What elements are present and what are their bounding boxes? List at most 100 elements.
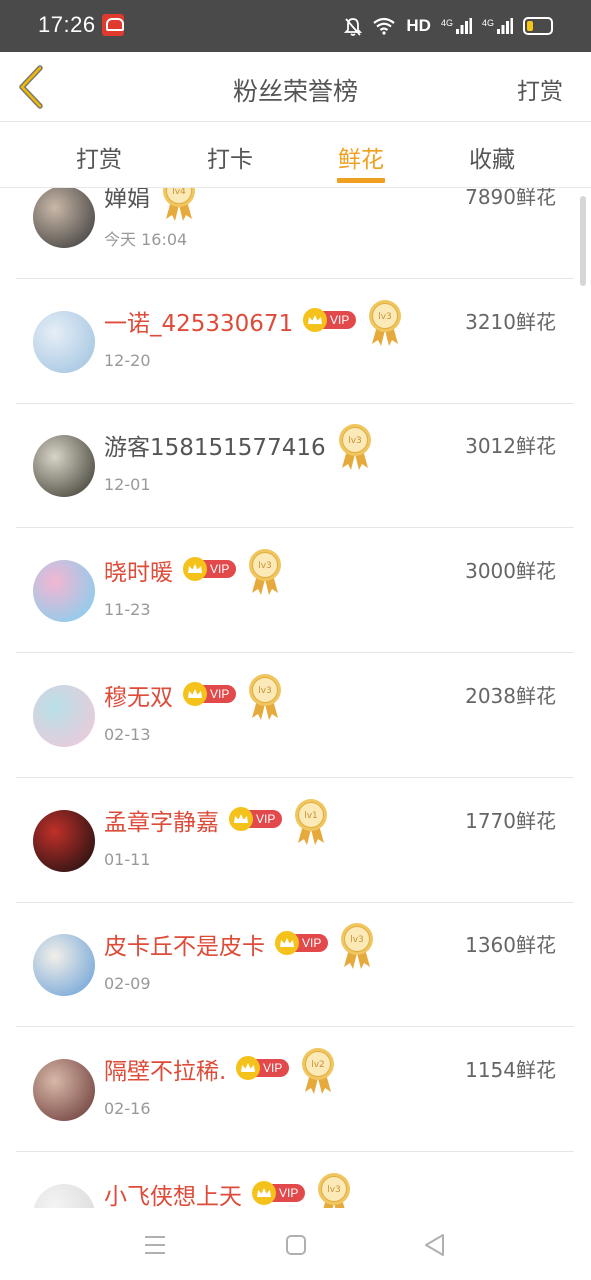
fan-ranking-list[interactable]: 婵娟 lv4 今天 16:04 7890鲜花 一诺_425330671 VIP lv3 12-…: [0, 188, 591, 1208]
fan-row[interactable]: 小飞侠想上天 VIP lv3: [16, 1153, 574, 1208]
vip-badge: VIP: [236, 1055, 290, 1080]
fan-date: 今天 16:04: [104, 230, 188, 249]
avatar[interactable]: [33, 1183, 95, 1208]
fan-row[interactable]: 游客158151577416 lv3 12-01 3012鲜花: [16, 404, 574, 529]
svg-text:lv2: lv2: [312, 1060, 326, 1070]
signal-2-label: 4G: [481, 18, 494, 28]
level-medal: lv3: [246, 672, 284, 726]
svg-text:lv4: lv4: [172, 188, 186, 197]
fan-row[interactable]: 一诺_425330671 VIP lv3 12-20 3210鲜花: [16, 280, 574, 404]
page-title: 粉丝荣誉榜: [232, 77, 358, 106]
fan-name: 隔壁不拉稀.: [104, 1058, 227, 1085]
vip-badge: VIP: [183, 681, 237, 706]
fan-badges: VIP lv3: [183, 547, 284, 601]
fan-name: 一诺_425330671: [104, 310, 294, 337]
crown-icon: [234, 813, 248, 823]
crown-badge: [229, 806, 253, 831]
crown-icon: [241, 1062, 255, 1072]
fan-badges: VIP lv2: [236, 1046, 337, 1100]
vip-badge: VIP: [229, 806, 283, 831]
avatar[interactable]: [33, 934, 95, 997]
fan-row[interactable]: 穆无双 VIP lv3 02-13 2038鲜花: [16, 654, 574, 778]
svg-text:lv3: lv3: [328, 1185, 342, 1195]
vip-badge: VIP: [303, 307, 357, 332]
fan-row[interactable]: 隔壁不拉稀. VIP lv2 02-16 1154鲜花: [16, 1028, 574, 1152]
avatar[interactable]: [33, 1058, 95, 1121]
title-bar: 粉丝荣誉榜 打赏: [0, 52, 591, 122]
tab-flowers[interactable]: 鲜花: [321, 140, 401, 174]
status-bar: 17:26 HD 4G 4G: [0, 0, 591, 52]
flower-count: 3210鲜花: [465, 309, 556, 334]
fan-date: 02-13: [104, 724, 151, 744]
flower-count: 2038鲜花: [465, 683, 556, 708]
vip-badge: VIP: [252, 1180, 306, 1205]
tab-tip[interactable]: 打赏: [59, 140, 139, 174]
fan-badges: VIP lv1: [229, 797, 330, 851]
flower-count: 1770鲜花: [465, 808, 556, 833]
level-medal: lv3: [336, 422, 374, 476]
crown-badge: [183, 681, 207, 706]
avatar[interactable]: [33, 560, 95, 623]
menu-icon: [145, 1236, 165, 1254]
back-triangle-icon: [425, 1234, 444, 1256]
level-medal-icon: lv3: [249, 549, 282, 596]
flower-count: 3000鲜花: [465, 559, 556, 584]
battery-level: [527, 21, 533, 31]
crown-icon: [257, 1187, 271, 1197]
avatar[interactable]: [33, 809, 95, 872]
level-medal-icon: lv3: [369, 299, 402, 346]
signal-1-label: 4G: [440, 18, 453, 28]
level-medal-icon: lv4: [163, 188, 195, 221]
fan-date: 01-11: [104, 849, 151, 869]
level-medal: lv2: [299, 1046, 337, 1100]
svg-text:lv3: lv3: [259, 686, 273, 696]
fan-date: 11-23: [104, 600, 151, 620]
avatar[interactable]: [33, 684, 95, 747]
crown-badge: [183, 557, 207, 582]
svg-text:lv3: lv3: [348, 436, 362, 446]
crown-icon: [308, 314, 322, 324]
flower-count: 3012鲜花: [465, 434, 556, 459]
avatar[interactable]: [33, 188, 95, 248]
level-medal: lv1: [292, 797, 330, 851]
signal-icon-2: 4G: [482, 18, 513, 34]
avatar[interactable]: [33, 310, 95, 373]
svg-text:lv3: lv3: [379, 312, 393, 322]
tab-favorites[interactable]: 收藏: [452, 140, 532, 174]
fan-row[interactable]: 婵娟 lv4 今天 16:04 7890鲜花: [16, 188, 574, 279]
status-time: 17:26: [38, 12, 96, 37]
tab-checkin[interactable]: 打卡: [190, 140, 270, 174]
svg-text:lv1: lv1: [305, 811, 319, 821]
menu-button[interactable]: [142, 1232, 168, 1258]
fan-badges: VIP lv3: [183, 672, 284, 726]
level-medal: lv3: [315, 1171, 353, 1208]
fan-name: 婵娟: [104, 188, 150, 212]
fan-row[interactable]: 皮卡丘不是皮卡 VIP lv3 02-09 1360鲜花: [16, 903, 574, 1028]
level-medal-icon: lv3: [339, 424, 371, 471]
active-tab-indicator: [337, 178, 385, 183]
fan-name: 游客158151577416: [104, 435, 326, 462]
crown-badge: [236, 1055, 260, 1080]
crown-badge: [303, 307, 327, 332]
fan-name: 晓时暖: [104, 560, 173, 587]
fan-badges: VIP lv3: [275, 921, 376, 975]
status-icons: HD 4G 4G: [344, 14, 553, 38]
crown-icon: [188, 688, 202, 698]
scrollbar[interactable]: [580, 196, 586, 286]
fan-row[interactable]: 孟章字静嘉 VIP lv1 01-11 1770鲜花: [16, 779, 574, 903]
back-nav-button[interactable]: [422, 1232, 448, 1258]
fan-badges: lv4: [160, 188, 198, 227]
fan-name: 孟章字静嘉: [104, 809, 219, 836]
avatar[interactable]: [33, 435, 95, 498]
level-medal: lv3: [338, 921, 376, 975]
tip-button[interactable]: 打赏: [517, 72, 563, 106]
network-type: HD: [406, 16, 431, 35]
level-medal-icon: lv2: [302, 1047, 335, 1094]
wifi-icon: [372, 17, 396, 35]
crown-icon: [188, 564, 202, 574]
home-square-icon: [286, 1235, 306, 1255]
system-nav-bar: [0, 1208, 591, 1280]
home-button[interactable]: [283, 1232, 309, 1258]
fan-row[interactable]: 晓时暖 VIP lv3 11-23 3000鲜花: [16, 529, 574, 654]
app-notification-icon: [102, 14, 124, 36]
